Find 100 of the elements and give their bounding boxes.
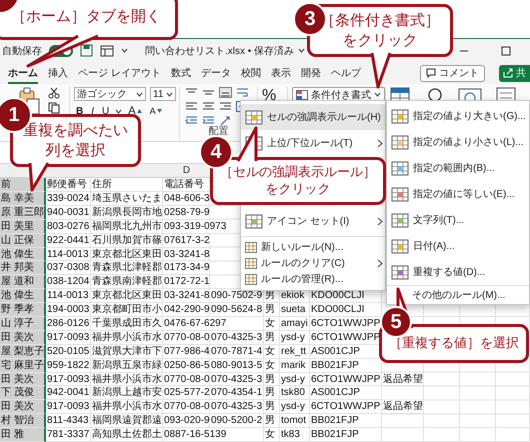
menu-item[interactable]: 重複する値(D)...	[387, 259, 529, 285]
grow-font-button[interactable]: A	[126, 105, 144, 117]
align-bottom-icon[interactable]	[219, 87, 232, 98]
table-cell: 新潟県上越市安	[91, 386, 163, 400]
menu-item[interactable]: セルの強調表示ルール(H)	[241, 104, 385, 130]
table-cell: amayi	[280, 317, 310, 331]
share-button[interactable]: 共	[499, 64, 530, 82]
menu-item[interactable]: 新しいルール(N)...	[241, 239, 385, 255]
callout-text: ［ホーム］タブを開く	[11, 7, 161, 26]
shrink-font-button[interactable]: A	[148, 106, 164, 116]
menu-item[interactable]: ルールの管理(R)...	[241, 271, 385, 287]
share-icon	[503, 68, 513, 78]
menu-item[interactable]: 指定の値より小さい(L)...	[387, 129, 529, 155]
copy-icon[interactable]	[48, 102, 60, 114]
align-right-icon[interactable]	[219, 101, 232, 112]
maximize-icon[interactable]	[501, 46, 511, 56]
table-cell: 石川県加賀市篠	[91, 234, 163, 248]
small-grid-icon	[245, 274, 257, 284]
up-triangle-icon	[136, 109, 142, 113]
italic-button[interactable]: I	[89, 106, 96, 116]
caret-icon	[374, 92, 381, 97]
table-cell: 返品希望	[382, 372, 424, 386]
small-grid-icon	[245, 242, 257, 252]
table-cell: 03-3241-8	[163, 248, 210, 262]
menu-item[interactable]: 指定の値に等しい(E)...	[387, 181, 529, 207]
tab[interactable]: 校閲	[240, 62, 261, 84]
caret-icon	[166, 92, 174, 96]
table-cell: 田 美次	[0, 372, 46, 386]
font-name-field[interactable]: 游ゴシック	[74, 87, 146, 101]
file-name: 問い合わせリスト.xlsx • 保存済み	[145, 44, 294, 58]
percent-button[interactable]: %	[262, 87, 276, 105]
chevron-right-icon	[377, 216, 383, 226]
table-cell: 女	[264, 358, 280, 373]
menu-item[interactable]: 指定の値より大きい(G)...	[387, 103, 529, 129]
tab[interactable]: ページ レイアウト	[78, 62, 161, 84]
table-cell: 山 淳子	[0, 317, 46, 331]
layout-icon[interactable]	[100, 44, 114, 56]
table-cell: tsk80	[280, 386, 310, 400]
small-grid-icon	[245, 258, 257, 268]
underline-button[interactable]: U	[100, 106, 112, 116]
table-cell: marik	[280, 358, 310, 373]
caret-icon	[298, 48, 306, 53]
table-cell: 803-0276	[46, 220, 91, 234]
grid-icon	[391, 186, 409, 202]
chevron-right-icon	[377, 138, 383, 148]
align-left-icon[interactable]	[185, 101, 198, 112]
tab[interactable]: 表示	[270, 62, 291, 84]
table-cell: rek_tt	[280, 344, 310, 359]
table-cell: 滋賀県大津市下	[91, 344, 163, 359]
table-cell: 井 邦美	[0, 261, 46, 276]
tab[interactable]: データ	[200, 62, 231, 84]
table-cell: ysd-y	[280, 372, 310, 386]
table-cell: BB021FJP	[310, 358, 382, 373]
tab[interactable]: 数式	[170, 62, 191, 84]
table-cell: 下 茂俊	[0, 386, 46, 400]
grid-icon	[245, 110, 263, 124]
menu-item[interactable]: 日付(A)...	[387, 233, 529, 259]
table-cell: 025-577-2	[163, 386, 210, 400]
menu-item[interactable]: 文字列(T)...	[387, 207, 529, 233]
menu-item[interactable]: その他のルール(M)...	[412, 288, 506, 302]
table-cell: 宅 麻里子	[0, 358, 46, 373]
menu-item[interactable]: 指定の範囲内(B)...	[387, 155, 529, 181]
scissors-icon[interactable]	[48, 87, 60, 99]
table-cell: 福井県小浜市水	[91, 400, 163, 414]
tab[interactable]: 開発	[300, 62, 321, 84]
increase-indent-icon[interactable]	[202, 115, 215, 126]
table-cell: 080-9013-5	[210, 358, 264, 373]
table-cell: 屋 梨恵子	[0, 344, 46, 359]
grid-icon	[391, 264, 409, 280]
text-angle-icon[interactable]	[219, 115, 232, 126]
column-letter: D	[182, 164, 192, 177]
table-cell: AS001CJP	[310, 386, 382, 400]
menu-item[interactable]: ルールのクリア(C)	[241, 255, 385, 271]
comment-button[interactable]: コメント	[420, 64, 485, 82]
table-cell: 917-0093	[46, 372, 91, 386]
table-cell: 田 美次	[0, 400, 46, 414]
chevron-right-icon	[377, 258, 383, 268]
table-cell: 070-4325-3	[210, 372, 264, 386]
table-cell: 037-0308	[46, 261, 91, 276]
table-cell: 福岡県北九州市	[91, 220, 163, 234]
callout-text: をクリック	[264, 180, 332, 198]
table-cell: 青森県北津軽郡	[91, 261, 163, 276]
tab[interactable]: ヘルプ	[330, 62, 361, 84]
table-cell: 東京都北区東田	[91, 248, 163, 262]
tab[interactable]: 挿入	[48, 62, 68, 84]
table-cell: 男	[264, 400, 280, 414]
font-size-field[interactable]: 11	[150, 87, 176, 101]
table-cell: 07617-3-2	[163, 234, 210, 248]
bold-button[interactable]: B	[74, 106, 86, 116]
table-cell: 村 智治	[0, 414, 46, 428]
table-cell: 0770-08-0	[163, 400, 210, 414]
align-center-icon[interactable]	[202, 101, 215, 112]
table-cell: 942-0041	[46, 386, 91, 400]
save-icon[interactable]	[80, 44, 93, 57]
decrease-indent-icon[interactable]	[185, 115, 198, 126]
table-cell: 池 偉生	[0, 248, 46, 262]
group-label: 配置	[208, 126, 228, 137]
table-cell: 男	[264, 372, 280, 386]
table-cell: 新潟県五泉市緑	[91, 358, 163, 373]
wrap-text-icon[interactable]	[236, 87, 249, 98]
